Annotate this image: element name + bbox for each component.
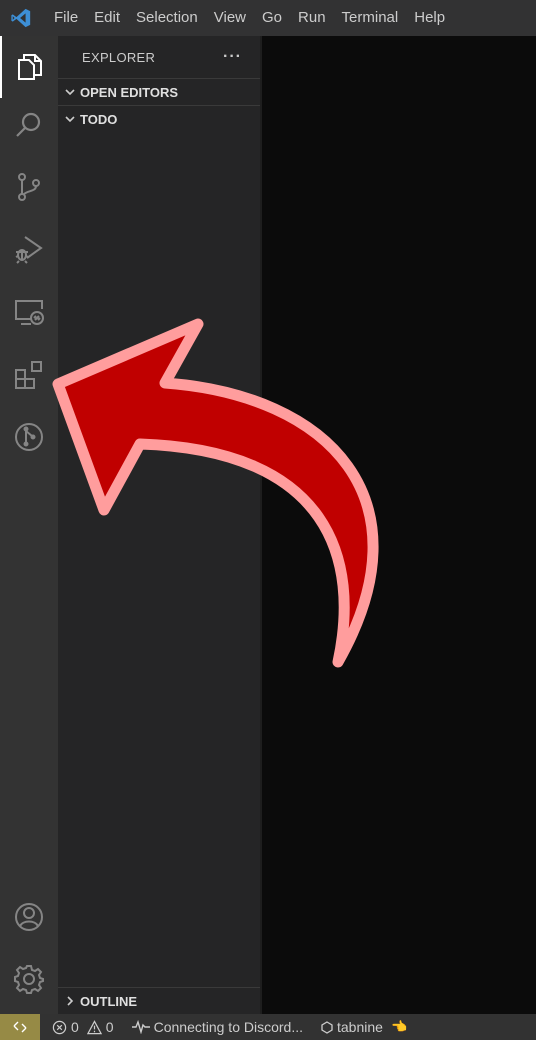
explorer-sidebar: EXPLORER ··· OPEN EDITORS TODO OUTLINE — [58, 36, 260, 1014]
sidebar-title: EXPLORER — [82, 49, 156, 65]
section-todo[interactable]: TODO — [58, 105, 260, 132]
git-graph-icon[interactable] — [0, 406, 58, 468]
settings-gear-icon[interactable] — [0, 948, 58, 1010]
more-actions-button[interactable]: ··· — [223, 48, 242, 66]
remote-explorer-icon[interactable] — [0, 282, 58, 344]
remote-indicator-button[interactable] — [0, 1014, 40, 1040]
menu-run[interactable]: Run — [290, 0, 334, 36]
error-count: 0 — [71, 1019, 79, 1035]
extensions-icon[interactable] — [0, 344, 58, 406]
source-control-icon[interactable] — [0, 156, 58, 218]
menu-view[interactable]: View — [206, 0, 254, 36]
tabnine-status[interactable]: tabnine 👈 — [321, 1019, 407, 1035]
search-icon[interactable] — [0, 94, 58, 156]
section-label: TODO — [80, 111, 118, 127]
problems-button[interactable]: 0 0 — [52, 1019, 114, 1035]
pulse-icon — [131, 1020, 150, 1034]
section-open-editors[interactable]: OPEN EDITORS — [58, 78, 260, 105]
menu-terminal[interactable]: Terminal — [334, 0, 407, 36]
section-label: OPEN EDITORS — [80, 84, 179, 100]
title-bar: File Edit Selection View Go Run Terminal… — [0, 0, 536, 36]
editor-divider — [260, 36, 262, 1014]
menu-file[interactable]: File — [46, 0, 86, 36]
menu-go[interactable]: Go — [254, 0, 290, 36]
menu-help[interactable]: Help — [406, 0, 453, 36]
tabnine-label: tabnine — [337, 1019, 383, 1035]
warning-icon — [86, 1019, 102, 1034]
chevron-down-icon — [60, 79, 80, 105]
remote-icon — [13, 1021, 27, 1033]
vscode-logo-icon — [10, 7, 32, 29]
run-debug-icon[interactable] — [0, 218, 58, 280]
discord-status[interactable]: Connecting to Discord... — [131, 1019, 303, 1035]
pointing-hand-icon: 👈 — [390, 1019, 408, 1035]
menu-selection[interactable]: Selection — [128, 0, 206, 36]
warning-count: 0 — [105, 1019, 114, 1035]
account-icon[interactable] — [0, 886, 58, 948]
error-icon — [52, 1020, 67, 1034]
tabnine-icon — [321, 1020, 333, 1034]
explorer-icon[interactable] — [0, 36, 58, 98]
chevron-down-icon — [60, 106, 80, 132]
section-label: OUTLINE — [80, 993, 138, 1009]
status-bar: 0 0 Connecting to Discord... tabnine 👈 — [0, 1014, 536, 1040]
section-outline[interactable]: OUTLINE — [58, 987, 260, 1014]
discord-status-text: Connecting to Discord... — [153, 1019, 303, 1035]
chevron-right-icon — [60, 988, 80, 1014]
menu-edit[interactable]: Edit — [86, 0, 128, 36]
activity-bar — [0, 36, 58, 1014]
sidebar-header: EXPLORER ··· — [58, 36, 260, 78]
